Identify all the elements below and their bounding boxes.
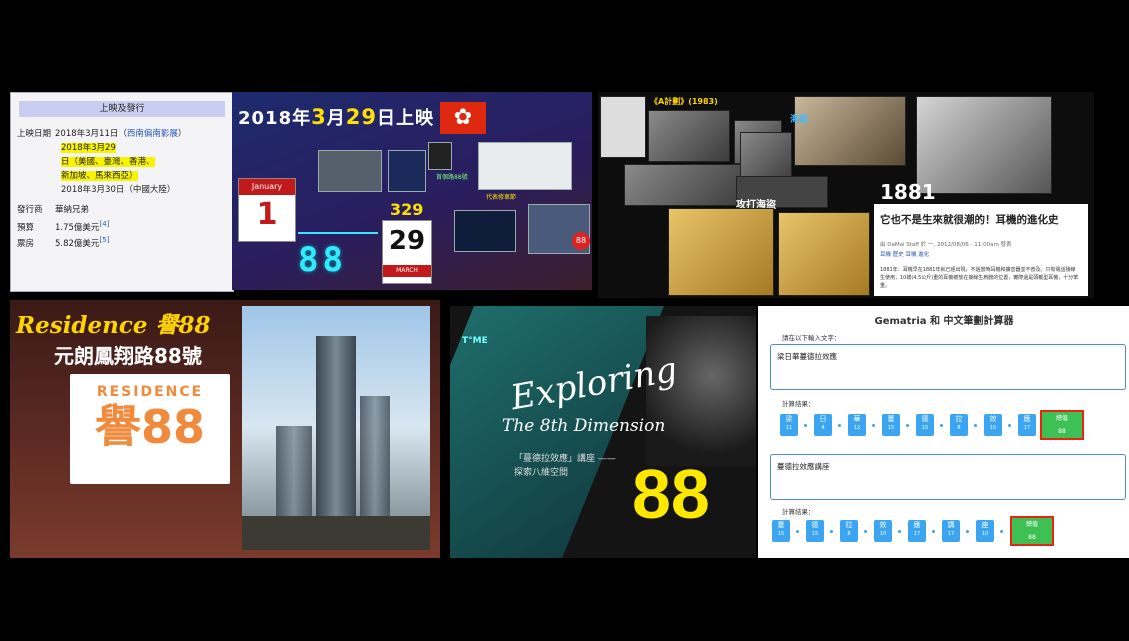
divider [298, 232, 378, 234]
stroke-chip: 蔓 15 [772, 520, 790, 542]
residence-address: 元朗鳳翔路88號 [54, 344, 202, 368]
calculator-header: Gematria 和 中文筆劃計算器 [874, 316, 1014, 327]
article-excerpt: 1881年：耳機早在1881年就已經出現，不過當時耳機和擴音器並不普及。只有電話… [880, 267, 1079, 289]
stroke-chip: 效 10 [874, 520, 892, 542]
map-thumbnail [318, 150, 382, 192]
year-1881: 1881 [880, 180, 936, 204]
stroke-chip: 拉8 [840, 520, 858, 542]
text-input-1[interactable]: 梁日華蔓德拉效應 [770, 344, 1126, 390]
info-box-header: 上映及發行 [19, 101, 225, 117]
stroke-chip: 座 10 [976, 520, 994, 542]
chip-separator-dot [940, 424, 943, 427]
stroke-chip: 梁 11 [780, 414, 798, 436]
tower-photo [242, 306, 430, 550]
chip-separator-dot [974, 424, 977, 427]
film-still-thumbnail [428, 142, 452, 170]
article-tags[interactable]: 耳機 歷史 耳機 進化 [880, 250, 929, 258]
residence-title: Residence 譽88 [16, 312, 211, 339]
golden-statue-photo [778, 212, 870, 296]
residence-logo: RESIDENCE 譽88 [70, 374, 230, 484]
total-result-2: 總值 88 [1010, 516, 1054, 546]
collage-panel: 《A計劃》(1983) 海盜 攻打海盜 1881 它也不是生來就很潮的！耳機的進… [598, 92, 1094, 298]
chip-separator-dot [864, 530, 867, 533]
big-88-yellow: 88 [632, 455, 710, 533]
chip-separator-dot [932, 530, 935, 533]
sxsw-link[interactable]: 西南偏南影展 [127, 129, 178, 139]
stroke-chip: 華 12 [848, 414, 866, 436]
chip-separator-dot [1008, 424, 1011, 427]
tme-logo: T°ME [462, 336, 488, 346]
table-thumbnail [388, 150, 426, 192]
release-row: 上映日期 2018年3月11日（西南偏南影展） [17, 129, 187, 139]
label-329: 329 [390, 200, 424, 219]
exploring-subtitle: The 8th Dimension [502, 416, 666, 436]
poster-photo [600, 96, 646, 158]
march-calendar-icon: 29 MARCH [382, 220, 432, 284]
chip-separator-dot [796, 530, 799, 533]
article-title: 它也不是生來就很潮的！耳機的進化史 [880, 214, 1059, 226]
film-scene-photo [648, 110, 730, 162]
residence-panel: Residence 譽88 元朗鳳翔路88號 RESIDENCE 譽88 [10, 300, 440, 558]
chip-separator-dot [838, 424, 841, 427]
stroke-chip: 德 15 [806, 520, 824, 542]
chip-separator-dot [804, 424, 807, 427]
night-scene-thumbnail [454, 210, 516, 252]
building-photo [624, 164, 746, 206]
street-map-thumbnail [478, 142, 572, 190]
january-calendar-icon: January 1 [238, 178, 296, 242]
chip-separator-dot [966, 530, 969, 533]
budget-row: 預算 1.75億美元[4] [17, 219, 110, 233]
sea-painting-photo [794, 96, 906, 166]
boxoffice-row: 票房 5.82億美元[5] [17, 235, 110, 249]
stroke-chip: 日4 [814, 414, 832, 436]
chip-separator-dot [906, 424, 909, 427]
stroke-chip: 德 15 [916, 414, 934, 436]
stroke-chip: 效 10 [984, 414, 1002, 436]
headphone-article-card: 它也不是生來就很潮的！耳機的進化史 由 DaMai Staff 於 一, 201… [874, 204, 1088, 296]
distributor-row: 發行商 華納兄弟 [17, 205, 90, 215]
stroke-chip: 應 17 [908, 520, 926, 542]
release-date-highlight: 2018年3月29 [61, 143, 116, 153]
chip-separator-dot [872, 424, 875, 427]
stroke-chip: 應 17 [1018, 414, 1036, 436]
exploring-panel: T°ME Exploring The 8th Dimension 「蔓德拉效應」… [450, 306, 756, 558]
golden-pavilion-photo [668, 208, 774, 296]
wiki-info-box: 上映及發行 上映日期 2018年3月11日（西南偏南影展） 2018年3月29 日… [10, 92, 234, 292]
release-title: 2018年3月29日上映 [238, 105, 434, 129]
gematria-calculator: Gematria 和 中文筆劃計算器 請在以下輸入文字： 梁日華蔓德拉效應 計算… [758, 306, 1129, 558]
vintage-headphone-photo [916, 96, 1052, 194]
stroke-chip: 講 17 [942, 520, 960, 542]
text-input-2[interactable]: 蔓德拉效應講座 [770, 454, 1126, 500]
chip-separator-dot [898, 530, 901, 533]
big-88-label: 88 [298, 240, 347, 280]
stroke-chip: 拉8 [950, 414, 968, 436]
stroke-chip: 蔓 15 [882, 414, 900, 436]
badge-88: 88 [572, 232, 590, 250]
total-result-1: 總值 88 [1040, 410, 1084, 440]
release-montage: 2018年3月29日上映 ✿ 首個路88號 代表修車節 January 1 88… [232, 92, 592, 290]
chip-separator-dot [830, 530, 833, 533]
chip-separator-dot [1000, 530, 1003, 533]
hong-kong-flag-icon: ✿ [440, 102, 486, 134]
